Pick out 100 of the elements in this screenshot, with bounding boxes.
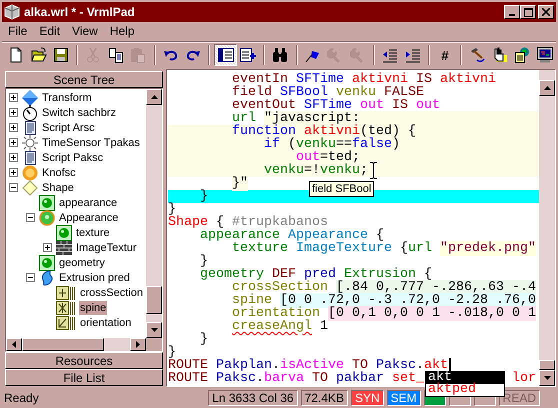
tree-item[interactable]: texture	[75, 226, 111, 240]
window-title: alka.wrl * - VrmlPad	[24, 5, 136, 19]
panel-tab[interactable]: Resources	[5, 352, 163, 369]
ball-icon	[39, 194, 55, 210]
scroll-left-button[interactable]	[6, 338, 22, 351]
scroll-down-button[interactable]	[146, 322, 162, 338]
tree-item[interactable]: spine	[79, 300, 108, 314]
tree-item[interactable]: Shape	[41, 180, 75, 194]
code-line: geometry DEF pred Extrusion {	[199, 268, 432, 281]
code-line: function aktivni(ted) {	[231, 125, 416, 138]
scroll-right-button[interactable]	[130, 338, 146, 351]
tree-item[interactable]: Script Paksc	[41, 150, 104, 164]
tree-item[interactable]: TimeSensor Tpakas	[41, 136, 141, 150]
expand-toggle[interactable]	[9, 108, 18, 117]
expand-toggle[interactable]	[26, 273, 35, 282]
arrow-right-icon	[136, 341, 140, 348]
toolbar-button[interactable]	[214, 44, 237, 66]
close-icon	[542, 8, 550, 16]
sphere-icon	[39, 210, 55, 226]
vertical-scrollbar[interactable]	[539, 70, 555, 386]
expand-toggle[interactable]	[9, 153, 18, 162]
expand-toggle[interactable]	[26, 213, 35, 222]
scissors-icon	[85, 47, 102, 63]
panel-tab[interactable]: File List	[5, 369, 163, 386]
hash-button[interactable]: #	[434, 44, 456, 66]
arrow-left-icon	[12, 341, 16, 348]
expand-toggle[interactable]	[43, 243, 52, 252]
code-line: creaseAngl 1	[231, 320, 328, 333]
monitor-icon	[536, 47, 553, 63]
hand-icon	[492, 47, 508, 63]
code-line: if (venku==false)	[262, 138, 400, 151]
copy-icon	[108, 47, 124, 63]
scroll-thumb[interactable]	[539, 360, 555, 370]
panel-list-icon	[218, 47, 234, 63]
curved-shape-icon	[39, 270, 55, 286]
code-line: }	[168, 346, 176, 359]
expand-toggle[interactable]	[9, 138, 18, 147]
diamond-icon	[22, 180, 38, 196]
scroll-up-button[interactable]	[539, 80, 555, 96]
tree-item[interactable]: Script Arsc	[41, 120, 96, 134]
arrow-up-icon	[150, 95, 158, 99]
menu-item[interactable]: View	[66, 24, 104, 38]
scroll-icon	[22, 120, 38, 136]
tree-item[interactable]: Extrusion pred	[58, 270, 131, 284]
ball-icon	[56, 224, 72, 240]
app-icon	[4, 4, 20, 20]
code-line: field SFBool venku FALSE	[231, 86, 424, 99]
tree-item[interactable]: orientation	[79, 316, 132, 330]
code-line: Shape { #trupkabanos	[168, 216, 328, 229]
expand-toggle[interactable]	[9, 93, 18, 102]
scroll-icon	[22, 150, 38, 166]
stopwatch-icon	[22, 104, 38, 120]
open-folder-icon	[30, 47, 47, 63]
brick-wall-icon	[56, 240, 72, 256]
tree-item[interactable]: appearance	[58, 196, 118, 210]
code-line: eventIn SFTime aktivni IS aktivni	[231, 73, 496, 86]
menu-item[interactable]: Help	[104, 24, 141, 38]
tree-item[interactable]: crossSection	[79, 286, 144, 300]
sun-icon	[22, 134, 38, 150]
menu-item[interactable]: Edit	[33, 24, 66, 38]
code-line: eventOut SFTime out IS out	[231, 99, 440, 112]
status-pane: SYN	[350, 390, 384, 406]
coin-icon	[22, 164, 38, 180]
vertical-scrollbar[interactable]	[146, 89, 162, 338]
indent-icon	[404, 47, 421, 63]
hammer-icon	[469, 47, 486, 63]
maximize-button[interactable]	[520, 5, 536, 19]
scroll-thumb[interactable]	[22, 338, 104, 351]
status-pane: SEM	[386, 390, 421, 406]
expand-toggle[interactable]	[9, 123, 18, 132]
arrow-up-icon	[544, 86, 550, 90]
diamond-icon	[22, 90, 38, 106]
scroll-thumb[interactable]	[146, 286, 162, 314]
scroll-down-button[interactable]	[539, 370, 555, 386]
outdent-icon	[382, 47, 398, 63]
close-button[interactable]	[538, 5, 554, 19]
status-pane: 72.4KB	[300, 390, 348, 406]
expand-toggle[interactable]	[9, 168, 18, 177]
tree-item[interactable]: ImageTextur	[75, 240, 138, 254]
code-line: out=ted;	[296, 151, 360, 164]
code-line: }	[199, 255, 208, 268]
list-add-icon	[240, 47, 256, 63]
tree-item[interactable]: Switch sachbrz	[41, 106, 117, 120]
tree-item[interactable]: Appearance	[58, 210, 120, 224]
arrow-down-icon	[544, 376, 550, 380]
menu-item[interactable]: File	[2, 24, 34, 38]
tree-item[interactable]: Transform	[41, 90, 93, 104]
code-line: texture ImageTexture {url "predek.png"	[231, 242, 536, 255]
horizontal-scrollbar[interactable]	[6, 338, 162, 351]
tree-item[interactable]: Knofsc	[41, 166, 77, 180]
code-line: venku=!venku;	[262, 164, 368, 177]
panel-tab[interactable]: Scene Tree	[5, 71, 163, 88]
ball-icon	[39, 254, 55, 270]
minimize-button[interactable]	[504, 5, 520, 19]
code-line: }	[199, 190, 208, 203]
tree-item[interactable]: geometry	[58, 256, 106, 270]
new-file-icon	[8, 47, 24, 63]
expand-toggle[interactable]	[9, 183, 18, 192]
scrollbar-corner	[146, 338, 162, 351]
scroll-up-button[interactable]	[146, 89, 162, 105]
